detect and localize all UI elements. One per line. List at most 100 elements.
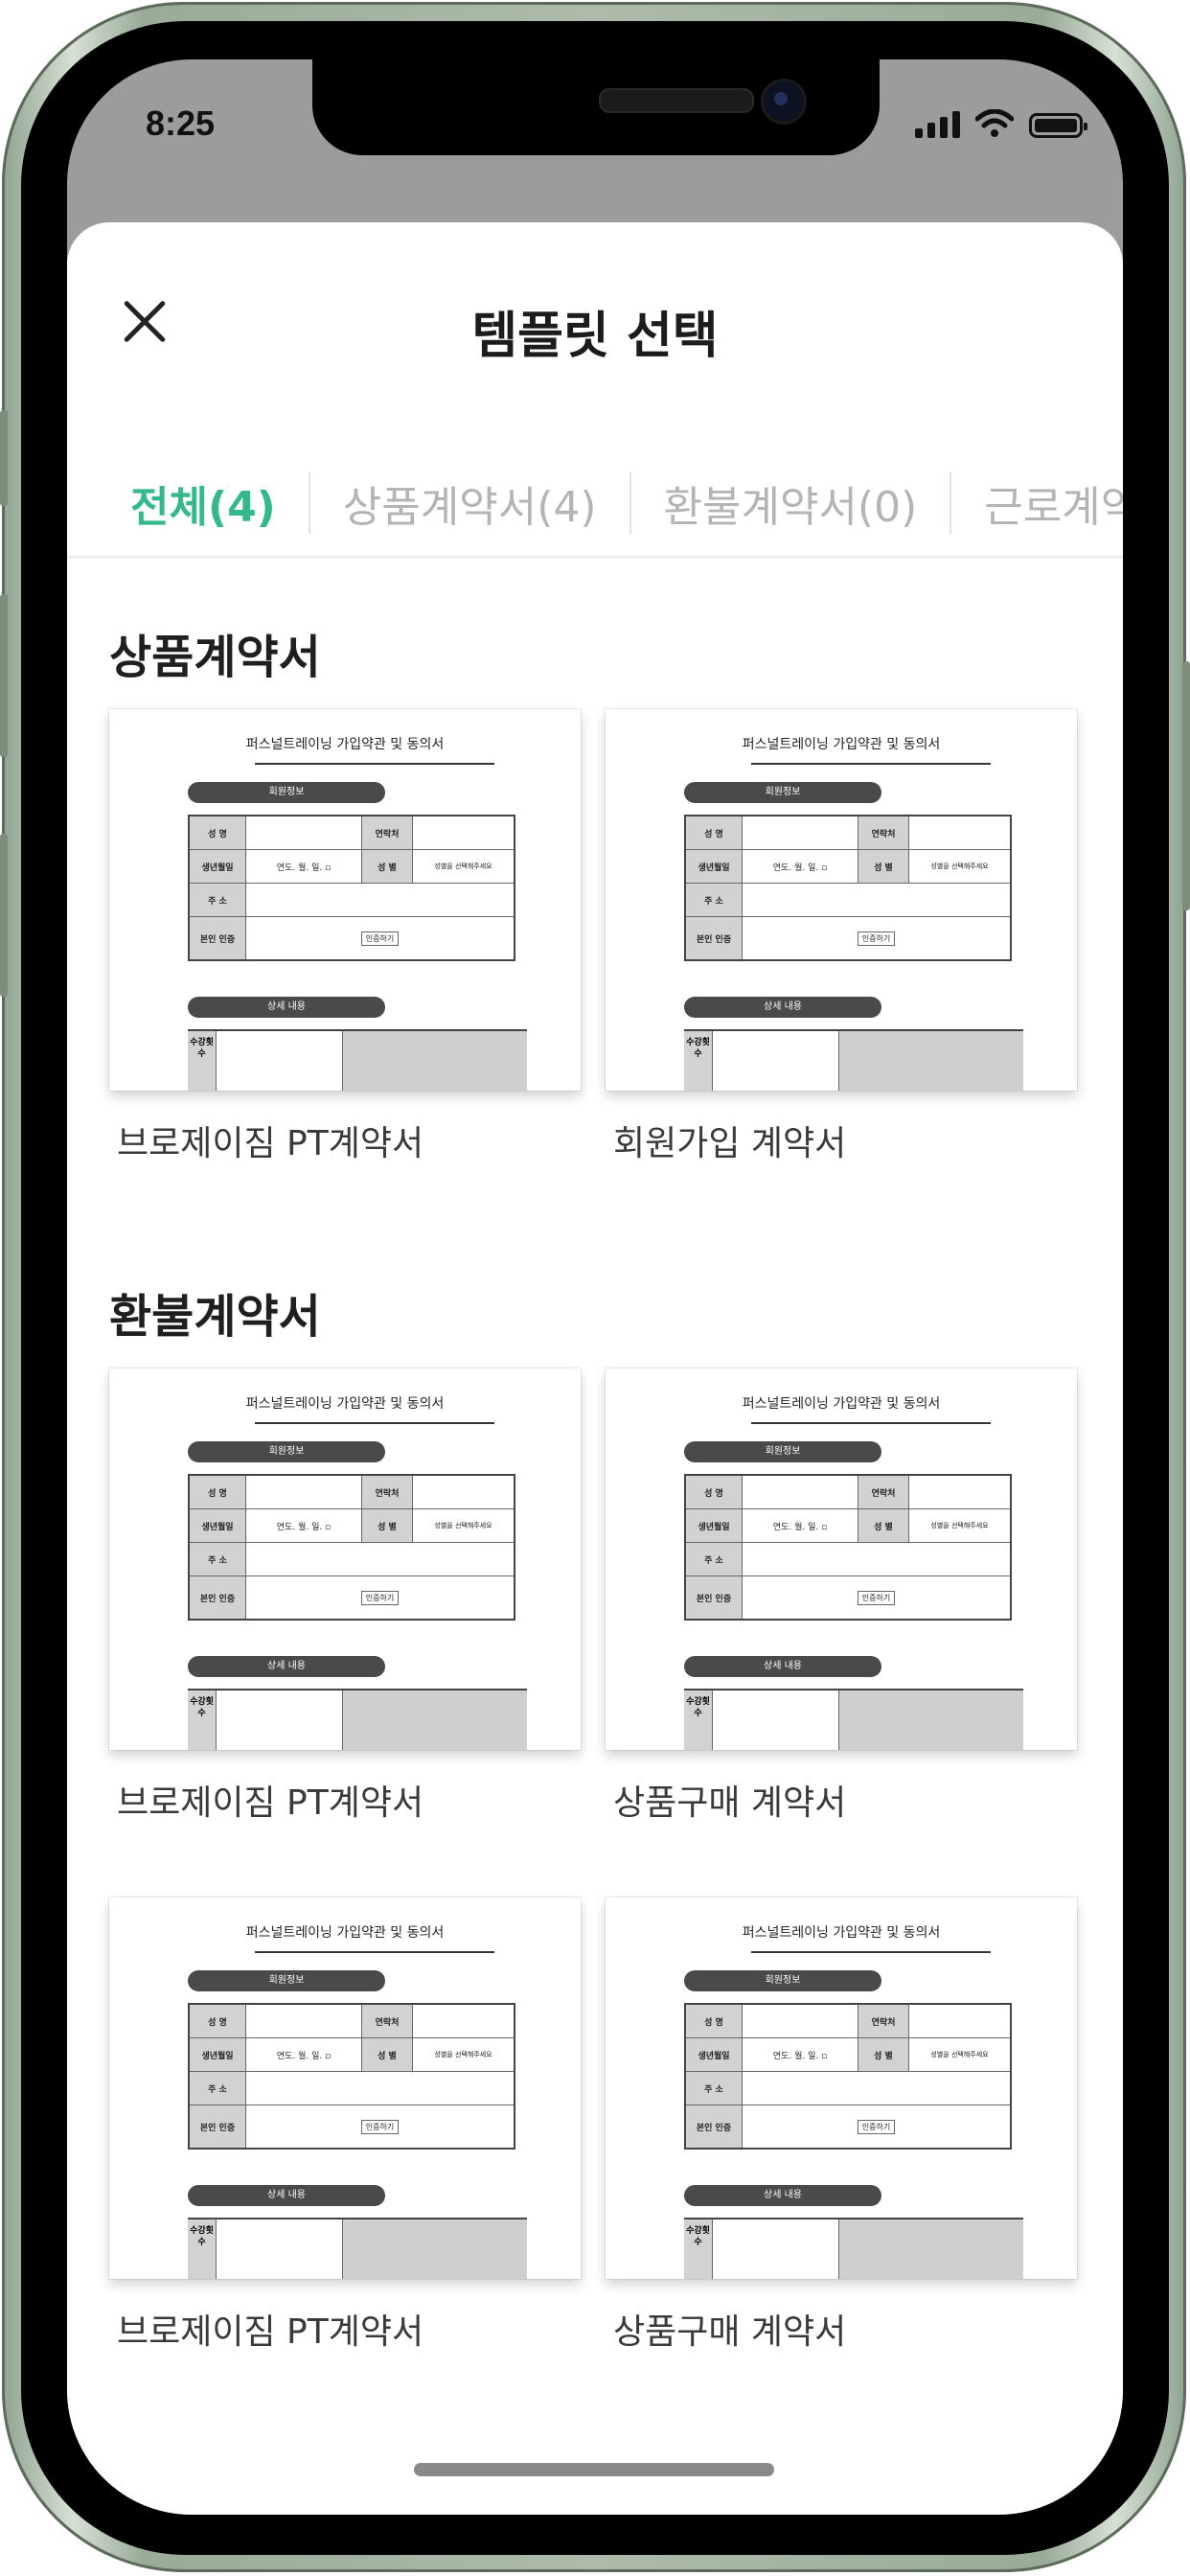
doc-section-pill: 상세 내용 xyxy=(188,997,385,1018)
section-title-product: 상품계약서 xyxy=(109,631,321,684)
doc-cell: 연도. 월. 일. ▫ xyxy=(742,2037,858,2072)
template-card[interactable]: 퍼스널트레이닝 가입약관 및 동의서 회원정보 성 명 연락처 생년월일 연도.… xyxy=(109,1898,581,2354)
doc-cell xyxy=(217,2220,343,2279)
doc-cell: 수강횟수 xyxy=(188,1031,217,1091)
doc-section-pill: 회원정보 xyxy=(684,782,881,803)
template-thumbnail: 퍼스널트레이닝 가입약관 및 동의서 회원정보 성 명 연락처 생년월일 연도.… xyxy=(109,1368,581,1750)
template-name: 브로제이짐 PT계약서 xyxy=(117,1124,424,1163)
doc-date-field: 연도. 월. 일. xyxy=(772,2051,819,2061)
doc-cell xyxy=(217,1031,343,1091)
doc-cell: 본인 인증 xyxy=(188,916,246,961)
doc-cell: 성 별 xyxy=(361,1508,413,1543)
doc-verify-button: 인증하기 xyxy=(360,1590,400,1605)
calendar-icon: ▫ xyxy=(821,862,828,873)
doc-title-underline xyxy=(751,1951,991,1953)
doc-cell xyxy=(245,1474,362,1509)
calendar-icon: ▫ xyxy=(821,2051,828,2061)
template-name: 브로제이짐 PT계약서 xyxy=(117,2312,424,2352)
template-card[interactable]: 퍼스널트레이닝 가입약관 및 동의서 회원정보 성 명 연락처 생년월일 연도.… xyxy=(606,709,1077,1165)
cellular-signal-icon xyxy=(915,109,960,138)
doc-cell: 주 소 xyxy=(188,883,246,917)
doc-section-pill: 상세 내용 xyxy=(684,997,881,1018)
doc-title: 퍼스널트레이닝 가입약관 및 동의서 xyxy=(742,1396,941,1412)
doc-cell: 성별을 선택해주세요 xyxy=(412,2037,515,2072)
doc-cell xyxy=(343,1031,527,1091)
doc-cell xyxy=(742,2003,858,2038)
doc-title: 퍼스널트레이닝 가입약관 및 동의서 xyxy=(742,737,941,752)
doc-cell xyxy=(412,815,515,850)
doc-cell xyxy=(742,1474,858,1509)
tab-labor-contract[interactable]: 근로계약서(1) xyxy=(951,472,1123,534)
doc-cell xyxy=(742,2071,1012,2105)
template-name: 브로제이짐 PT계약서 xyxy=(117,1783,424,1823)
status-time: 8:25 xyxy=(146,104,216,143)
doc-title-underline xyxy=(751,763,991,765)
doc-cell: 주 소 xyxy=(188,2071,246,2105)
doc-cell xyxy=(245,1542,515,1576)
template-thumbnail: 퍼스널트레이닝 가입약관 및 동의서 회원정보 성 명 연락처 생년월일 연도.… xyxy=(606,1898,1077,2279)
doc-cell: 생년월일 xyxy=(188,1508,246,1543)
doc-cell: 생년월일 xyxy=(684,2037,743,2072)
doc-cell: 연락처 xyxy=(361,1474,413,1509)
calendar-icon: ▫ xyxy=(325,862,332,873)
doc-cell: 성 명 xyxy=(188,1474,246,1509)
doc-form-table: 성 명 연락처 생년월일 연도. 월. 일. ▫ 성 별 성별을 선택해주세요 … xyxy=(684,1474,1012,1621)
template-thumbnail: 퍼스널트레이닝 가입약관 및 동의서 회원정보 성 명 연락처 생년월일 연도.… xyxy=(606,709,1077,1091)
template-card[interactable]: 퍼스널트레이닝 가입약관 및 동의서 회원정보 성 명 연락처 생년월일 연도.… xyxy=(109,709,581,1165)
tab-refund-contract[interactable]: 환불계약서(0) xyxy=(631,472,950,534)
status-icons xyxy=(915,109,1087,138)
doc-cell xyxy=(343,2220,527,2279)
doc-cell: 성 별 xyxy=(858,849,909,884)
power-button xyxy=(1182,661,1190,910)
doc-cell: 성 명 xyxy=(188,2003,246,2038)
doc-cell xyxy=(714,1031,839,1091)
doc-cell: 연락처 xyxy=(858,1474,909,1509)
doc-form-table: 성 명 연락처 생년월일 연도. 월. 일. ▫ 성 별 성별을 선택해주세요 … xyxy=(684,815,1012,961)
doc-cell: 생년월일 xyxy=(188,849,246,884)
doc-cell xyxy=(714,2220,839,2279)
doc-cell: 성 별 xyxy=(858,1508,909,1543)
tab-product-contract[interactable]: 상품계약서(4) xyxy=(310,472,629,534)
doc-cell: 수강횟수 xyxy=(188,2220,217,2279)
doc-cell xyxy=(839,1031,1023,1091)
template-thumbnail: 퍼스널트레이닝 가입약관 및 동의서 회원정보 성 명 연락처 생년월일 연도.… xyxy=(109,1898,581,2279)
doc-verify-button: 인증하기 xyxy=(857,2119,896,2134)
template-card[interactable]: 퍼스널트레이닝 가입약관 및 동의서 회원정보 성 명 연락처 생년월일 연도.… xyxy=(606,1368,1077,1825)
doc-title: 퍼스널트레이닝 가입약관 및 동의서 xyxy=(245,1396,445,1412)
doc-title: 퍼스널트레이닝 가입약관 및 동의서 xyxy=(245,1925,445,1941)
doc-verify-button: 인증하기 xyxy=(857,1590,896,1605)
doc-cell: 생년월일 xyxy=(684,849,743,884)
doc-cell: 성별을 선택해주세요 xyxy=(412,849,515,884)
tab-all[interactable]: 전체(4) xyxy=(67,472,309,534)
template-card[interactable]: 퍼스널트레이닝 가입약관 및 동의서 회원정보 성 명 연락처 생년월일 연도.… xyxy=(109,1368,581,1825)
doc-cell: 본인 인증 xyxy=(188,2104,246,2150)
template-thumbnail: 퍼스널트레이닝 가입약관 및 동의서 회원정보 성 명 연락처 생년월일 연도.… xyxy=(109,709,581,1091)
doc-section-pill: 회원정보 xyxy=(188,1970,385,1991)
home-indicator xyxy=(414,2463,774,2476)
doc-cell: 성별을 선택해주세요 xyxy=(908,1508,1012,1543)
doc-cell: 본인 인증 xyxy=(684,916,743,961)
doc-form-table: 성 명 연락처 생년월일 연도. 월. 일. ▫ 성 별 성별을 선택해주세요 … xyxy=(188,1474,515,1621)
mute-switch xyxy=(0,410,8,506)
doc-cell: 성 명 xyxy=(188,815,246,850)
doc-cell xyxy=(839,2220,1023,2279)
doc-cell: 연도. 월. 일. ▫ xyxy=(245,849,362,884)
doc-cell: 연도. 월. 일. ▫ xyxy=(245,1508,362,1543)
calendar-icon: ▫ xyxy=(325,2051,332,2061)
doc-section-pill: 상세 내용 xyxy=(188,2185,385,2206)
doc-cell: 연도. 월. 일. ▫ xyxy=(245,2037,362,2072)
doc-cell xyxy=(412,2003,515,2038)
doc-cell xyxy=(245,2071,515,2105)
category-tabs: 전체(4) 상품계약서(4) 환불계약서(0) 근로계약서(1) xyxy=(67,450,1123,559)
doc-cell: 주 소 xyxy=(684,1542,743,1576)
doc-cell: 성 별 xyxy=(361,849,413,884)
doc-cell xyxy=(742,815,858,850)
section-title-refund: 환불계약서 xyxy=(109,1290,321,1344)
template-card[interactable]: 퍼스널트레이닝 가입약관 및 동의서 회원정보 성 명 연락처 생년월일 연도.… xyxy=(606,1898,1077,2354)
doc-title-underline xyxy=(255,1951,494,1953)
doc-cell xyxy=(714,1690,839,1750)
front-camera xyxy=(761,79,807,125)
doc-cell: 생년월일 xyxy=(684,1508,743,1543)
doc-cell: 본인 인증 xyxy=(684,2104,743,2150)
doc-cell xyxy=(343,1690,527,1750)
